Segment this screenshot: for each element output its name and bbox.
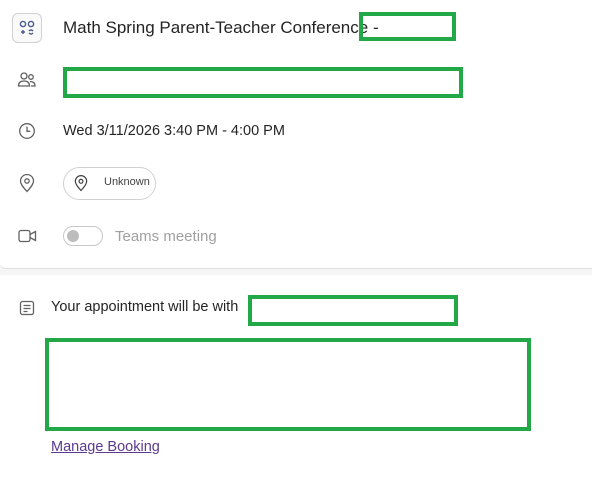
appointment-text: Your appointment will be with — [51, 299, 239, 315]
people-icon — [17, 71, 37, 94]
video-camera-icon — [18, 229, 37, 248]
location-pin-icon — [74, 175, 88, 197]
notes-icon — [19, 300, 35, 321]
redacted-description-body — [45, 338, 531, 431]
event-title: Math Spring Parent-Teacher Conference - — [63, 18, 379, 37]
calendar-app-icon — [12, 13, 42, 43]
location-chip[interactable]: Unknown — [63, 167, 156, 200]
event-datetime: Wed 3/11/2026 3:40 PM - 4:00 PM — [63, 123, 285, 139]
location-label: Unknown — [104, 176, 150, 188]
toggle-knob — [67, 230, 79, 242]
clock-icon — [18, 122, 36, 145]
location-pin-icon — [19, 173, 35, 198]
section-divider — [0, 269, 592, 275]
redacted-title-suffix — [359, 12, 456, 41]
redacted-appointment-with — [248, 295, 458, 326]
teams-meeting-toggle[interactable] — [63, 226, 103, 246]
event-details-card: Math Spring Parent-Teacher Conference - … — [0, 0, 592, 269]
redacted-attendees — [63, 67, 463, 98]
manage-booking-link[interactable]: Manage Booking — [51, 439, 160, 455]
teams-meeting-label: Teams meeting — [115, 228, 217, 245]
